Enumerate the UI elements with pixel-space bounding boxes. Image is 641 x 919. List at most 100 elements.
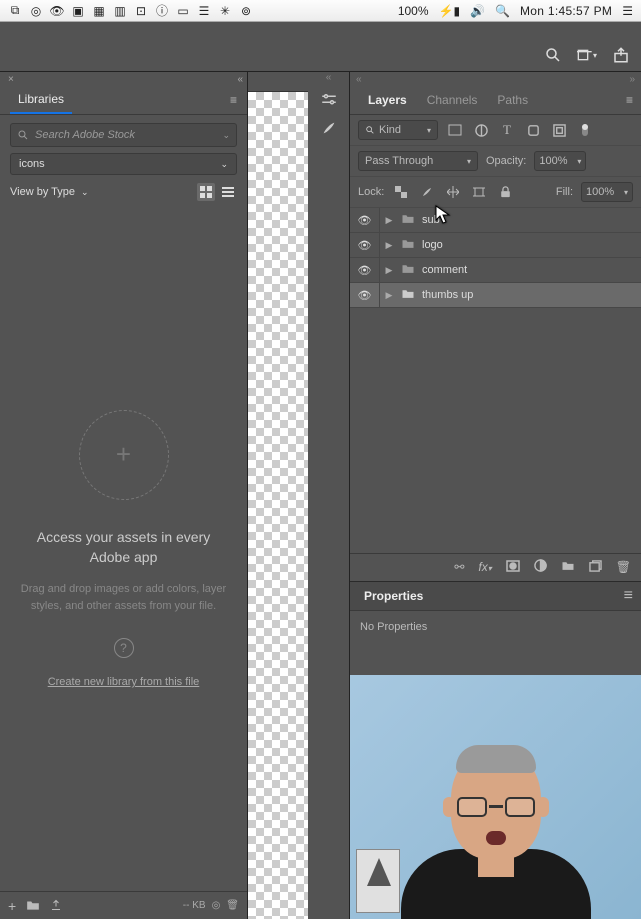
- view-by-label[interactable]: View by Type: [10, 186, 75, 198]
- stock-search-input[interactable]: [35, 129, 216, 141]
- tool-strip: «: [308, 72, 350, 919]
- add-folder-icon[interactable]: [26, 898, 40, 914]
- adjustment-layer-icon[interactable]: [534, 559, 547, 575]
- navigator-preview[interactable]: [350, 675, 641, 919]
- list-view-icon[interactable]: [219, 183, 237, 201]
- app-icon[interactable]: ▦: [92, 4, 106, 18]
- libraries-description: Drag and drop images or add colors, laye…: [16, 581, 231, 614]
- volume-icon[interactable]: 🔊: [470, 4, 485, 18]
- fan-icon[interactable]: ✳: [218, 4, 232, 18]
- close-icon[interactable]: ×: [4, 74, 18, 85]
- layer-name[interactable]: sub: [418, 214, 440, 226]
- chevron-down-icon[interactable]: ⌄: [81, 187, 89, 198]
- expand-icon[interactable]: »: [629, 74, 635, 85]
- filter-shape-icon[interactable]: [524, 121, 542, 139]
- search-icon: [365, 125, 375, 135]
- filter-type-icon[interactable]: T: [498, 121, 516, 139]
- folder-icon: [398, 263, 418, 277]
- panel-menu-icon[interactable]: ≡: [626, 93, 633, 107]
- trash-icon[interactable]: 🗑: [616, 560, 631, 574]
- visibility-icon[interactable]: 👁: [350, 283, 380, 307]
- layer-name[interactable]: thumbs up: [418, 289, 473, 301]
- tab-properties[interactable]: Properties: [358, 582, 429, 610]
- layer-row[interactable]: 👁 ▶ thumbs up: [350, 283, 641, 308]
- new-group-icon[interactable]: [561, 560, 575, 574]
- link-layers-icon[interactable]: ⚯: [454, 560, 464, 574]
- chevron-right-icon[interactable]: ▶: [380, 290, 398, 301]
- blend-mode-row: Pass Through ▾ Opacity: 100%▾: [350, 146, 641, 177]
- tab-layers[interactable]: Layers: [358, 86, 417, 114]
- visibility-icon[interactable]: 👁: [350, 258, 380, 282]
- info-icon[interactable]: ⓘ: [155, 4, 169, 18]
- filter-toggle-icon[interactable]: [576, 121, 594, 139]
- lock-image-icon[interactable]: [418, 183, 436, 201]
- visibility-icon[interactable]: 👁: [350, 208, 380, 232]
- upload-icon[interactable]: [50, 898, 62, 914]
- panel-menu-icon[interactable]: ≡: [230, 93, 237, 107]
- blend-mode-selector[interactable]: Pass Through ▾: [358, 151, 478, 171]
- filter-smartobj-icon[interactable]: [550, 121, 568, 139]
- filter-adjustment-icon[interactable]: [472, 121, 490, 139]
- tab-channels[interactable]: Channels: [417, 86, 488, 114]
- search-icon[interactable]: [543, 45, 563, 65]
- fill-input[interactable]: 100%▾: [581, 182, 633, 202]
- filter-pixel-icon[interactable]: [446, 121, 464, 139]
- tab-libraries[interactable]: Libraries: [10, 86, 72, 114]
- share-icon[interactable]: [611, 45, 631, 65]
- adjustments-icon[interactable]: [308, 86, 349, 114]
- cc-icon[interactable]: ◎: [29, 4, 43, 18]
- chevron-right-icon[interactable]: ▶: [380, 215, 398, 226]
- chevron-down-icon[interactable]: ⌄: [222, 130, 230, 141]
- lock-position-icon[interactable]: [444, 183, 462, 201]
- grid-view-icon[interactable]: [197, 183, 215, 201]
- add-content-icon[interactable]: +: [8, 898, 16, 914]
- menubar-clock[interactable]: Mon 1:45:57 PM: [520, 4, 612, 18]
- search-input-wrap[interactable]: ⌄: [10, 123, 237, 147]
- brush-icon[interactable]: [308, 114, 349, 142]
- collapse-icon[interactable]: «: [308, 72, 349, 86]
- arrange-docs-icon[interactable]: ▾: [577, 45, 597, 65]
- chevron-right-icon[interactable]: ▶: [380, 265, 398, 276]
- library-size: -- KB: [183, 900, 206, 911]
- fx-icon[interactable]: fx▾: [478, 560, 491, 574]
- ruler-horizontal[interactable]: [248, 72, 308, 92]
- filter-kind-selector[interactable]: Kind ▾: [358, 120, 438, 140]
- spotlight-icon[interactable]: 🔍: [495, 4, 510, 18]
- trash-icon[interactable]: 🗑: [226, 900, 239, 911]
- lock-artboard-icon[interactable]: [470, 183, 488, 201]
- layer-name[interactable]: logo: [418, 239, 443, 251]
- create-library-link[interactable]: Create new library from this file: [48, 676, 200, 688]
- layer-row[interactable]: 👁 ▶ sub: [350, 208, 641, 233]
- folder-icon[interactable]: ▥: [113, 4, 127, 18]
- eye-icon[interactable]: 👁: [50, 4, 64, 18]
- help-icon[interactable]: ?: [114, 638, 134, 658]
- lock-transparent-icon[interactable]: [392, 183, 410, 201]
- record-icon[interactable]: ⊡: [134, 4, 148, 18]
- library-selector[interactable]: icons ⌄: [10, 153, 237, 175]
- collapse-icon[interactable]: «: [356, 74, 362, 85]
- notification-center-icon[interactable]: ☰: [622, 4, 633, 18]
- layer-name[interactable]: comment: [418, 264, 467, 276]
- nvidia-icon[interactable]: ▣: [71, 4, 85, 18]
- menu-extras-icon[interactable]: ☰: [197, 4, 211, 18]
- panel-menu-icon[interactable]: ≡: [624, 587, 633, 605]
- layer-row[interactable]: 👁 ▶ comment: [350, 258, 641, 283]
- visibility-icon[interactable]: 👁: [350, 233, 380, 257]
- collapse-icon[interactable]: «: [237, 74, 243, 85]
- folder-icon: [398, 213, 418, 227]
- add-asset-button[interactable]: +: [79, 410, 169, 500]
- mask-icon[interactable]: [506, 560, 520, 575]
- chevron-down-icon: ⌄: [220, 159, 228, 170]
- document-canvas[interactable]: [248, 72, 308, 919]
- new-layer-icon[interactable]: [589, 560, 602, 575]
- battery-icon[interactable]: ⚡▮: [439, 4, 461, 18]
- wifi-icon[interactable]: ⊚: [239, 4, 253, 18]
- chevron-right-icon[interactable]: ▶: [380, 240, 398, 251]
- opacity-input[interactable]: 100%▾: [534, 151, 586, 171]
- display-icon[interactable]: ▭: [176, 4, 190, 18]
- lock-all-icon[interactable]: [496, 183, 514, 201]
- cc-sync-icon[interactable]: ◎: [212, 900, 221, 911]
- dropbox-icon[interactable]: ⧉: [8, 4, 22, 18]
- tab-paths[interactable]: Paths: [487, 86, 538, 114]
- layer-row[interactable]: 👁 ▶ logo: [350, 233, 641, 258]
